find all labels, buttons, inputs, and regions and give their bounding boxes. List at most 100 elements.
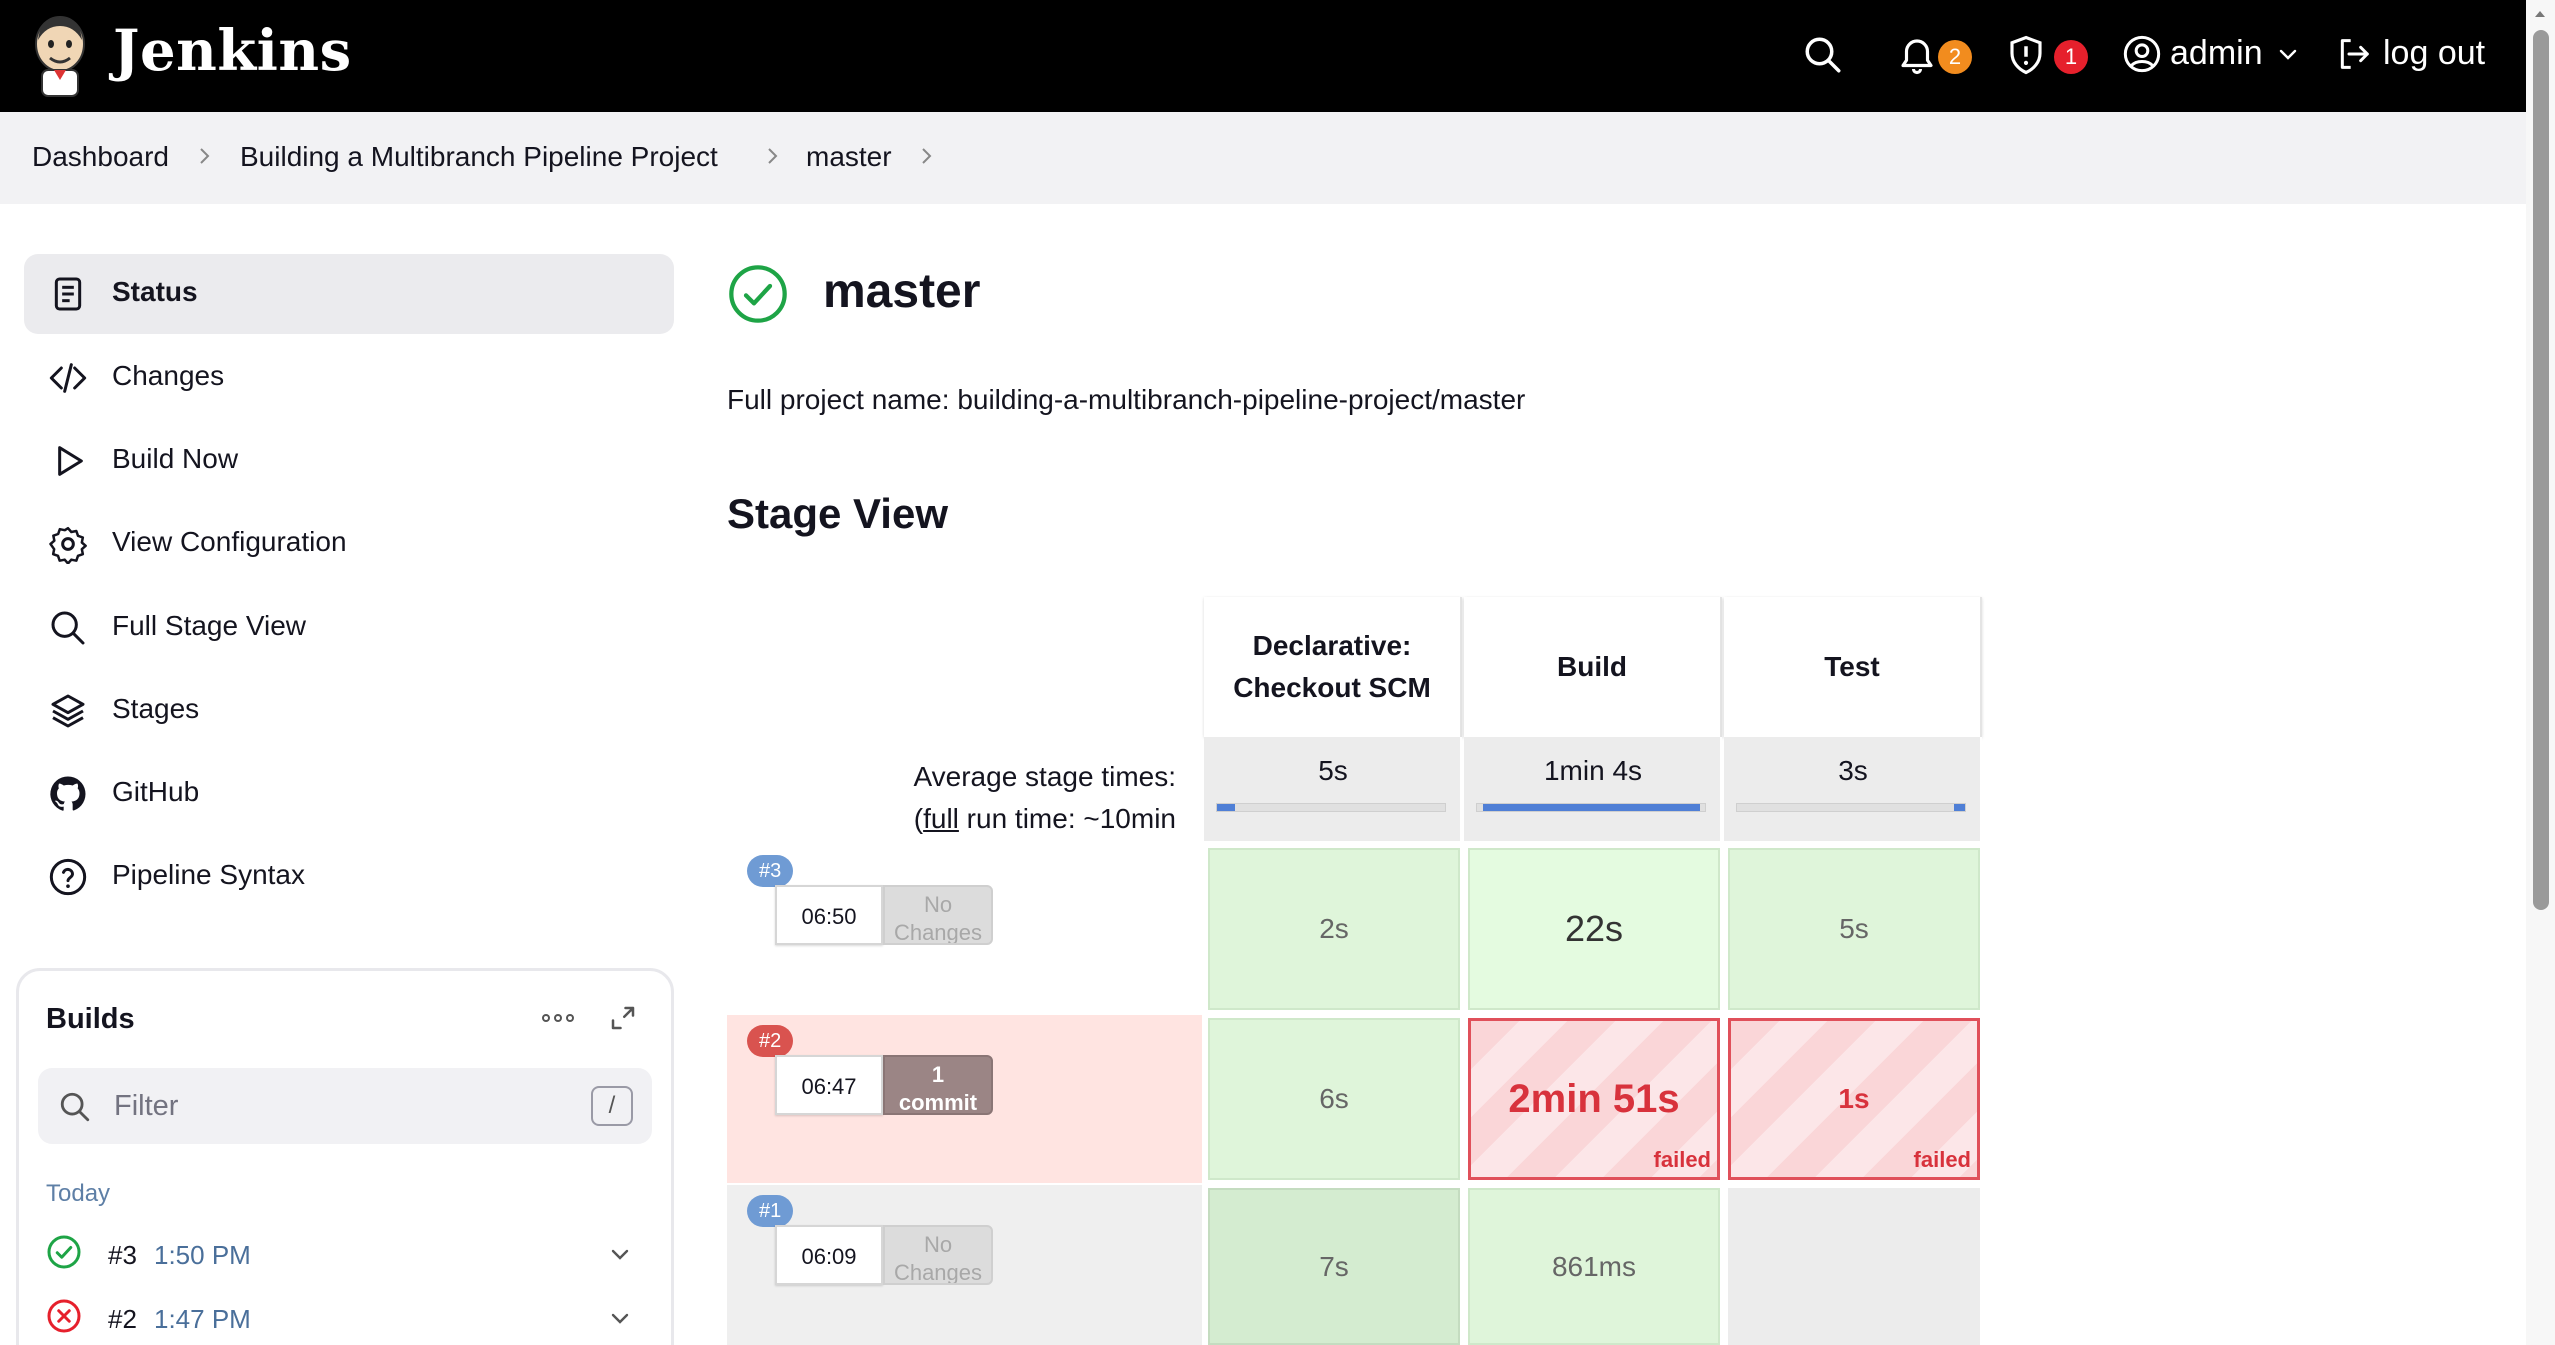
failed-label: failed [1653,1147,1711,1172]
failed-icon [46,1298,82,1334]
notifications-badge[interactable]: 2 [1938,40,1972,74]
sidebar-item-label: Build Now [112,443,239,474]
average-label-line1: Average stage times: [913,761,1176,792]
run-changes[interactable]: 1 commit [883,1055,993,1115]
run-changes[interactable]: No Changes [883,885,993,945]
stage-cell-empty [1728,1188,1980,1345]
security-badge[interactable]: 1 [2054,40,2088,74]
stage-header-test: Test [1724,597,1982,737]
success-icon [726,262,790,326]
chevron-down-icon[interactable] [608,1306,632,1330]
build-list-item[interactable]: #3 1:50 PM [46,1228,646,1278]
run-row[interactable]: #3 06:50 No Changes [727,845,1202,1013]
logout-icon[interactable] [2334,34,2374,74]
scroll-up-icon[interactable] [2532,6,2548,22]
search-icon [48,608,88,648]
run-badge[interactable]: #3 [747,855,794,887]
sidebar-item-pipeline-syntax[interactable]: Pipeline Syntax [24,837,674,917]
breadcrumb-dashboard[interactable]: Dashboard [32,141,169,173]
stage-header-checkout: Declarative: Checkout SCM [1204,597,1462,737]
breadcrumb-project[interactable]: Building a Multibranch Pipeline Project [240,141,718,173]
avg-stage-time: 3s [1724,737,1982,841]
run-changes[interactable]: No Changes [883,1225,993,1285]
stage-cell[interactable]: 6s [1208,1018,1460,1180]
stage-cell-failed[interactable]: 2min 51s failed [1468,1018,1720,1180]
build-time[interactable]: 1:50 PM [154,1240,251,1271]
play-icon [48,441,88,481]
scrollbar-thumb[interactable] [2533,30,2549,910]
search-icon [58,1090,92,1124]
sidebar-item-label: Full Stage View [112,610,307,641]
page-title: master [823,265,981,318]
logout-link[interactable]: log out [2383,34,2485,73]
sidebar-item-label: GitHub [112,776,200,807]
chevron-down-icon[interactable] [2276,42,2300,66]
sidebar-item-label: Changes [112,360,225,391]
sidebar-item-view-configuration[interactable]: View Configuration [24,504,674,584]
user-menu[interactable]: admin [2170,34,2263,73]
build-number[interactable]: #3 [108,1240,137,1271]
user-icon[interactable] [2122,34,2162,74]
build-time[interactable]: 1:47 PM [154,1304,251,1335]
brand-title[interactable]: Jenkins [113,18,352,84]
bell-icon[interactable] [1896,34,1938,76]
stage-cell-failed[interactable]: 1s failed [1728,1018,1980,1180]
full-run-time-link[interactable]: full [923,803,959,834]
filter-shortcut-key: / [591,1086,633,1126]
stage-cell[interactable]: 861ms [1468,1188,1720,1345]
builds-group-today: Today [46,1180,111,1207]
sidebar-item-label: Pipeline Syntax [112,859,306,890]
stage-cell[interactable]: 2s [1208,848,1460,1010]
more-options-icon[interactable] [540,1010,576,1026]
stage-cell[interactable]: 7s [1208,1188,1460,1345]
stage-cell[interactable]: 5s [1728,848,1980,1010]
run-time: 06:47 [775,1055,883,1115]
build-list-item[interactable]: #2 1:47 PM [46,1292,646,1342]
stage-cell[interactable]: 22s [1468,848,1720,1010]
avg-time-value: 3s [1838,755,1868,786]
sidebar-item-changes[interactable]: Changes [24,338,674,418]
avg-progress-fill [1217,804,1235,811]
jenkins-logo[interactable] [30,14,90,98]
sidebar-item-github[interactable]: GitHub [24,754,674,834]
expand-icon[interactable] [608,1003,638,1033]
search-icon[interactable] [1802,34,1844,76]
avg-time-value: 5s [1318,755,1348,786]
stage-header-build: Build [1464,597,1722,737]
avg-stage-time: 5s [1204,737,1462,841]
shield-icon[interactable] [2005,34,2047,76]
sidebar-item-build-now[interactable]: Build Now [24,421,674,501]
run-time: 06:09 [775,1225,883,1285]
run-time: 06:50 [775,885,883,945]
chevron-right-icon[interactable] [918,144,936,168]
avg-progress-bar [1476,803,1706,812]
stage-cell-duration: 2min 51s [1508,1076,1680,1121]
help-icon [48,857,88,897]
top-bar: Jenkins 2 1 admin log out [0,0,2526,112]
stage-cell-duration: 1s [1838,1083,1870,1114]
builds-filter-input[interactable] [114,1082,574,1130]
stage-header-label: Build [1557,651,1627,682]
sidebar-item-status[interactable]: Status [24,254,674,334]
avg-progress-bar [1216,803,1446,812]
chevron-down-icon[interactable] [608,1242,632,1266]
sidebar-item-label: Stages [112,693,200,724]
stage-header-label: Test [1824,651,1880,682]
sidebar-item-stages[interactable]: Stages [24,671,674,751]
run-badge[interactable]: #2 [747,1025,794,1057]
sidebar-item-label: View Configuration [112,526,347,557]
sidebar-item-full-stage-view[interactable]: Full Stage View [24,588,674,668]
stage-header-label: Declarative: Checkout SCM [1233,630,1431,703]
success-icon [46,1234,82,1270]
run-row[interactable]: #1 06:09 No Changes [727,1185,1202,1345]
builds-title: Builds [46,1003,135,1035]
avg-stage-time: 1min 4s [1464,737,1722,841]
run-badge[interactable]: #1 [747,1195,794,1227]
build-number[interactable]: #2 [108,1304,137,1335]
avg-progress-bar [1736,803,1966,812]
github-icon [48,774,88,814]
breadcrumb-branch[interactable]: master [806,141,892,173]
status-icon [48,274,88,314]
run-row[interactable]: #2 06:47 1 commit [727,1015,1202,1183]
avg-progress-fill [1483,804,1700,811]
